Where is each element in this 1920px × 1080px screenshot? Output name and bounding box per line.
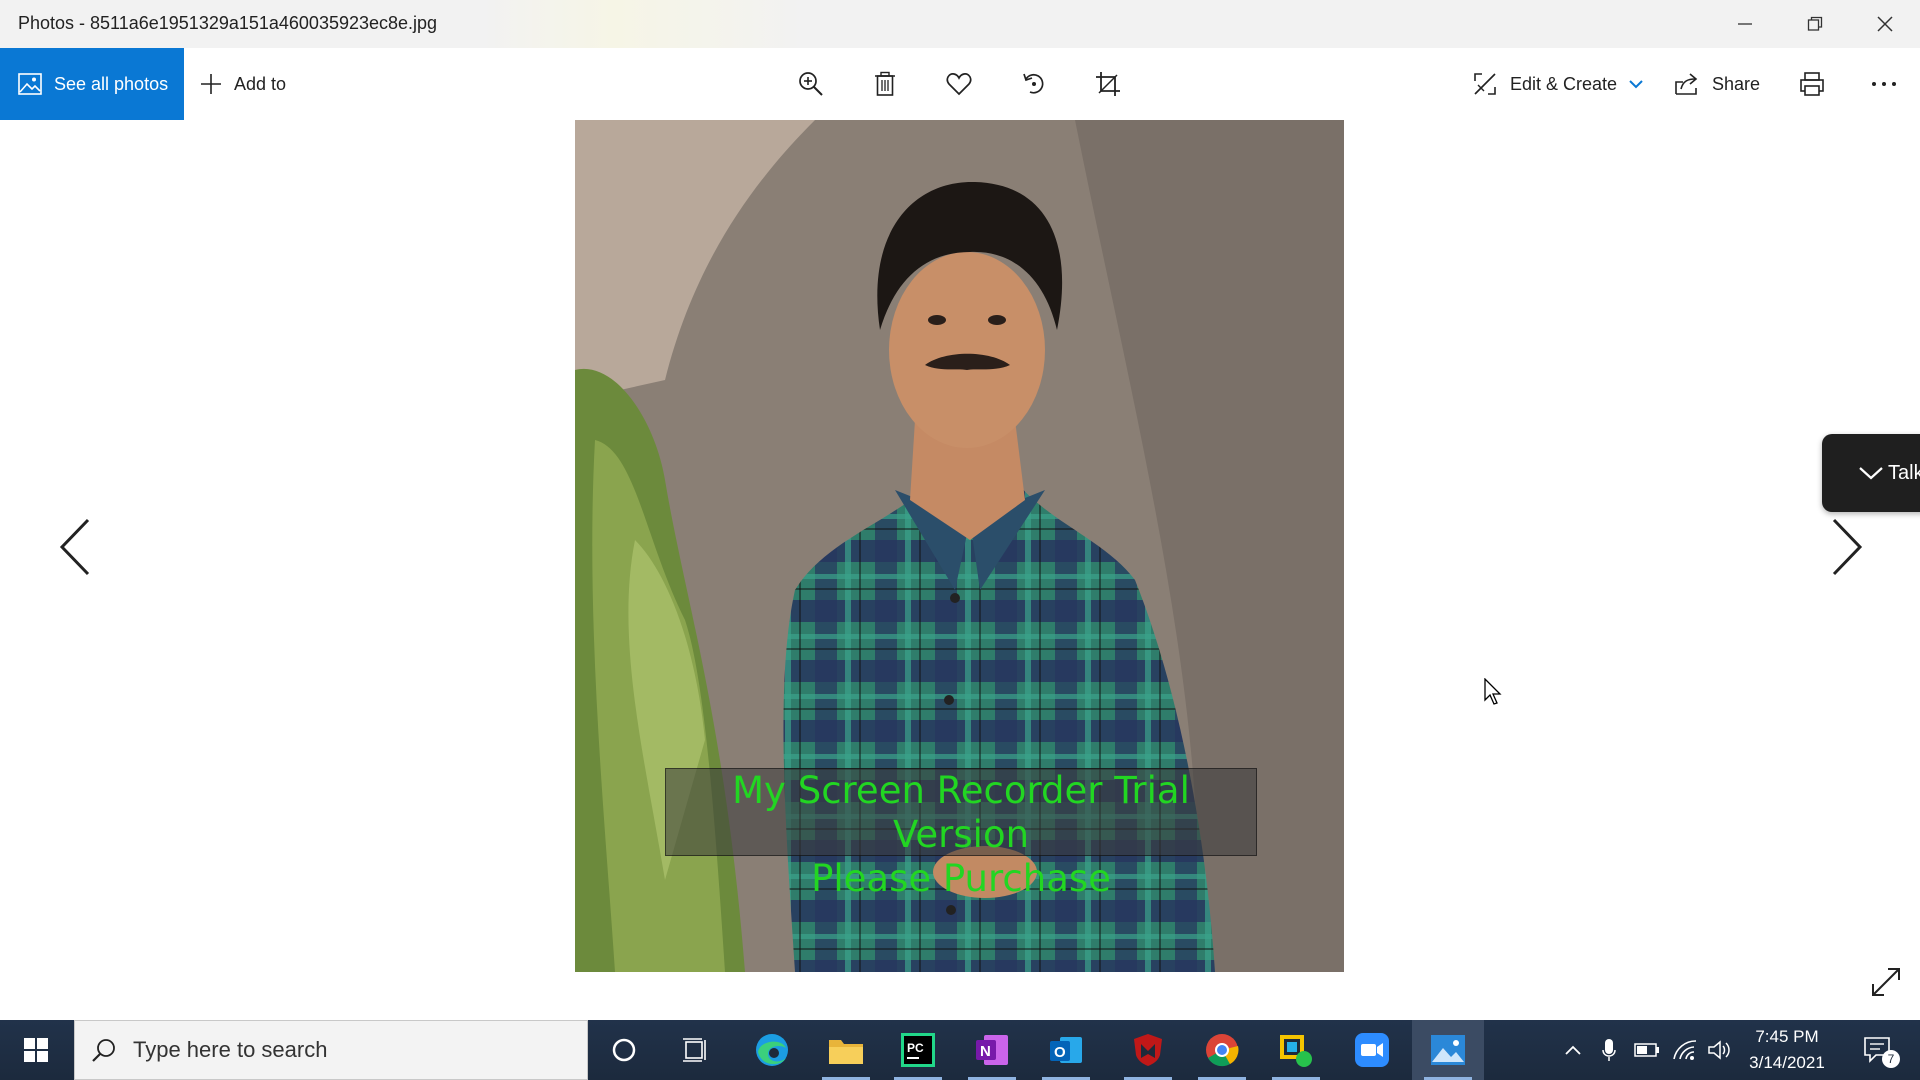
more-icon xyxy=(1872,82,1896,86)
svg-text:N: N xyxy=(980,1043,991,1060)
pycharm-icon: PC xyxy=(901,1033,935,1067)
close-button[interactable] xyxy=(1850,0,1920,48)
clock-date: 3/14/2021 xyxy=(1749,1053,1825,1072)
close-icon xyxy=(1877,16,1893,32)
talk-label: Talk xyxy=(1888,461,1920,484)
delete-icon xyxy=(875,71,895,96)
mcafee-app-button[interactable] xyxy=(1112,1020,1184,1080)
chevron-right-icon xyxy=(1832,518,1863,576)
chevron-down-icon xyxy=(1629,79,1643,89)
photos-app-button[interactable] xyxy=(1412,1020,1484,1080)
svg-text:PC: PC xyxy=(907,1041,924,1055)
photo-image: My Screen Recorder Trial Version Please … xyxy=(575,120,1344,972)
edge-icon xyxy=(756,1034,788,1066)
crop-icon xyxy=(1096,72,1120,96)
crop-button[interactable] xyxy=(1088,66,1128,102)
chevron-left-icon xyxy=(59,518,90,576)
favorite-icon xyxy=(946,73,972,96)
command-bar: See all photos Add to Edit & Create Shar… xyxy=(0,48,1920,120)
minimize-icon xyxy=(1738,23,1752,25)
windows-icon xyxy=(24,1038,48,1062)
wifi-icon xyxy=(1673,1040,1697,1060)
microphone-button[interactable] xyxy=(1598,1020,1620,1080)
start-button[interactable] xyxy=(0,1020,72,1080)
share-label: Share xyxy=(1712,73,1761,94)
see-all-photos-button[interactable]: See all photos xyxy=(0,48,184,120)
task-view-icon xyxy=(683,1038,706,1062)
restore-icon xyxy=(1807,16,1823,31)
file-explorer-icon xyxy=(829,1040,863,1064)
share-button[interactable]: Share xyxy=(1674,48,1760,120)
battery-icon xyxy=(1634,1043,1659,1057)
restore-button[interactable] xyxy=(1780,0,1850,48)
next-photo-button[interactable] xyxy=(1822,512,1872,582)
zoom-icon xyxy=(799,72,823,96)
taskbar-search-box[interactable]: Type here to search xyxy=(74,1020,588,1080)
zoom-button[interactable] xyxy=(791,66,831,102)
network-button[interactable] xyxy=(1670,1020,1700,1080)
notification-count-badge: 7 xyxy=(1882,1050,1900,1068)
mcafee-icon xyxy=(1134,1034,1162,1066)
outlook-icon: O xyxy=(1050,1037,1082,1063)
file-explorer-app-button[interactable] xyxy=(810,1020,882,1080)
clock[interactable]: 7:45 PM 3/14/2021 xyxy=(1728,1024,1846,1076)
rotate-icon xyxy=(1023,73,1044,94)
chevron-up-icon xyxy=(1565,1045,1581,1055)
plus-icon xyxy=(200,73,222,95)
photo-icon xyxy=(18,73,42,95)
print-icon xyxy=(1800,72,1824,96)
battery-button[interactable] xyxy=(1632,1020,1662,1080)
outlook-app-button[interactable]: O xyxy=(1030,1020,1102,1080)
favorite-button[interactable] xyxy=(939,66,979,102)
mail-app-button[interactable] xyxy=(1260,1020,1332,1080)
more-button[interactable] xyxy=(1864,66,1904,102)
previous-photo-button[interactable] xyxy=(50,512,100,582)
full-screen-button[interactable] xyxy=(1866,962,1906,1002)
cortana-button[interactable] xyxy=(588,1020,660,1080)
show-hidden-icons-button[interactable] xyxy=(1560,1020,1586,1080)
edit-create-icon xyxy=(1472,71,1498,97)
mail-app-icon xyxy=(1280,1035,1312,1067)
delete-button[interactable] xyxy=(865,66,905,102)
watermark-line-1: My Screen Recorder Trial Version xyxy=(732,769,1190,856)
taskbar: Type here to search PC N O 7:45 PM 3/14/… xyxy=(0,1020,1920,1080)
svg-text:O: O xyxy=(1054,1044,1066,1061)
edit-create-button[interactable]: Edit & Create xyxy=(1472,48,1643,120)
minimize-button[interactable] xyxy=(1710,0,1780,48)
print-button[interactable] xyxy=(1792,66,1832,102)
action-center-button[interactable]: 7 xyxy=(1848,1020,1908,1080)
zoom-app-button[interactable] xyxy=(1336,1020,1408,1080)
task-view-button[interactable] xyxy=(660,1020,732,1080)
zoom-meeting-icon xyxy=(1355,1033,1389,1067)
microphone-icon xyxy=(1602,1039,1616,1061)
watermark-overlay: My Screen Recorder Trial Version Please … xyxy=(665,768,1257,900)
share-icon xyxy=(1674,72,1700,96)
search-icon xyxy=(91,1037,117,1063)
window-title: Photos - 8511a6e1951329a151a460035923ec8… xyxy=(18,13,438,33)
onenote-app-button[interactable]: N xyxy=(956,1020,1028,1080)
edge-app-button[interactable] xyxy=(736,1020,808,1080)
chevron-down-icon xyxy=(1858,465,1884,481)
search-placeholder: Type here to search xyxy=(133,1037,328,1062)
photos-icon xyxy=(1431,1035,1465,1065)
expand-icon xyxy=(1872,968,1900,996)
edit-create-label: Edit & Create xyxy=(1510,73,1618,94)
mouse-cursor-icon xyxy=(1484,677,1504,711)
clock-time: 7:45 PM xyxy=(1755,1027,1819,1046)
cortana-icon xyxy=(612,1038,636,1062)
add-to-button[interactable]: Add to xyxy=(200,48,286,120)
onenote-icon: N xyxy=(976,1035,1008,1065)
rotate-button[interactable] xyxy=(1014,66,1054,102)
chrome-icon xyxy=(1206,1034,1239,1067)
title-bar: Photos - 8511a6e1951329a151a460035923ec8… xyxy=(0,0,1920,48)
add-to-label: Add to xyxy=(234,73,287,94)
pycharm-app-button[interactable]: PC xyxy=(882,1020,954,1080)
watermark-line-2: Please Purchase xyxy=(811,857,1111,900)
chrome-app-button[interactable] xyxy=(1186,1020,1258,1080)
talk-button[interactable]: Talk xyxy=(1822,434,1920,512)
see-all-photos-label: See all photos xyxy=(54,73,169,94)
